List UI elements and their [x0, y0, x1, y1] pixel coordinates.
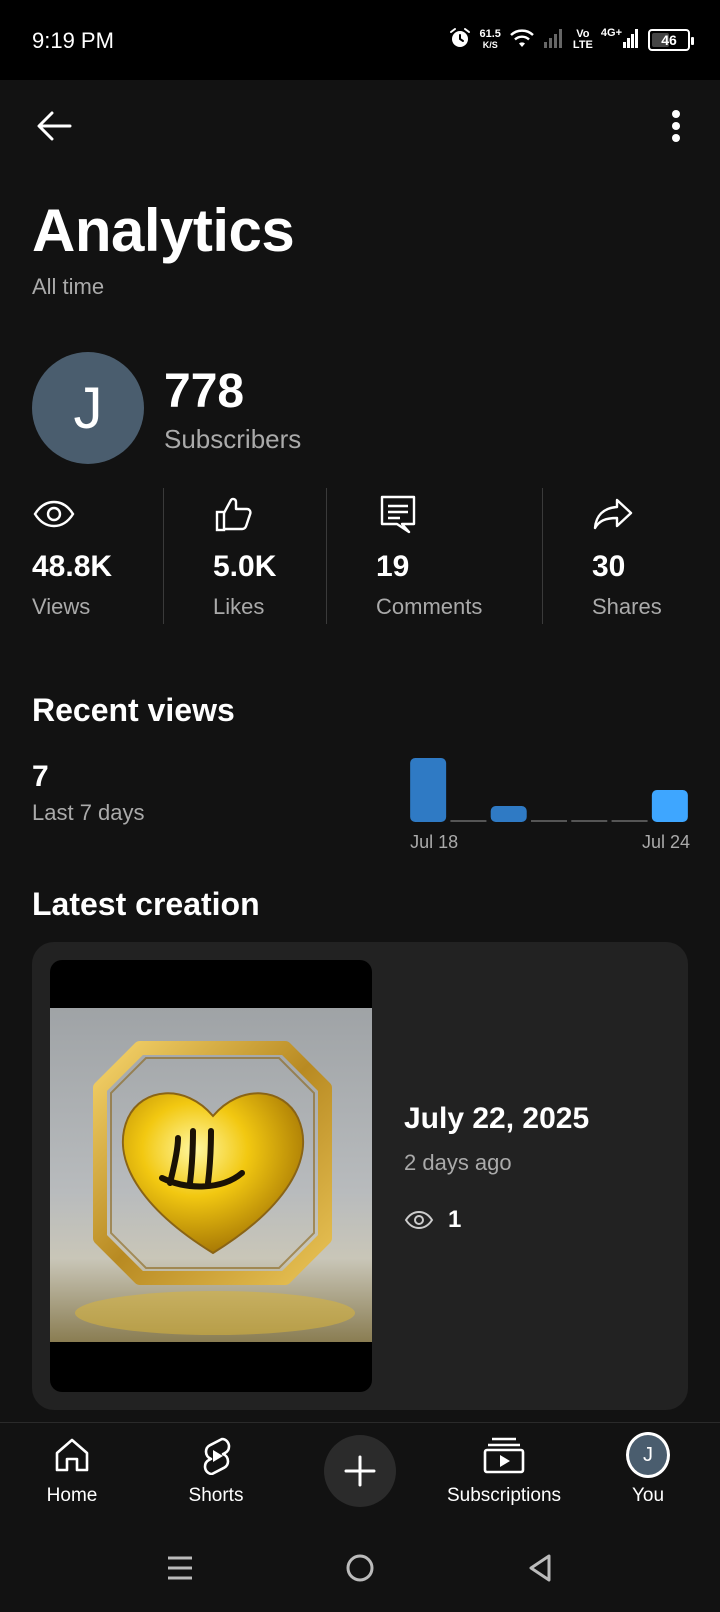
video-thumbnail[interactable]: [50, 960, 372, 1392]
signal-strong-icon: [622, 27, 640, 54]
video-views: 1: [448, 1206, 462, 1233]
back-button[interactable]: [34, 106, 74, 146]
stat-label: Shares: [592, 594, 662, 619]
mobile-signal: 4G+: [601, 27, 640, 54]
stat-value: 48.8K: [32, 550, 113, 583]
video-date: July 22, 2025: [404, 1102, 590, 1135]
stat-divider: [542, 488, 543, 624]
home-system-button[interactable]: [336, 1544, 384, 1592]
stat-value: 19: [376, 550, 410, 583]
you-avatar-icon: J: [626, 1432, 670, 1478]
home-icon: [50, 1433, 94, 1477]
recent-views-value: 7: [32, 760, 49, 793]
page-title: Analytics: [32, 197, 295, 264]
more-vertical-icon: [672, 110, 680, 142]
volte-indicator: Vo LTE: [572, 28, 593, 51]
stat-value: 30: [592, 550, 626, 583]
recent-views-title: Recent views: [32, 692, 235, 728]
share-icon: [592, 492, 636, 536]
chart-bar[interactable]: [450, 820, 487, 822]
create-button[interactable]: [324, 1435, 396, 1507]
stat-divider: [163, 488, 164, 624]
alarm-icon: [448, 26, 472, 55]
nav-label: Shorts: [188, 1485, 244, 1506]
triangle-back-icon: [529, 1554, 551, 1582]
stat-value: 5.0K: [213, 550, 277, 583]
status-icons: 61.5 K/S Vo LTE 4G+ 46: [448, 24, 694, 56]
subscribers-count: 778: [164, 365, 245, 418]
nav-label: You: [631, 1485, 665, 1506]
bottom-navigation: Home Shorts Subscriptions J You: [0, 1422, 720, 1522]
nav-shorts[interactable]: Shorts: [144, 1433, 288, 1519]
nav-label: Home: [46, 1485, 98, 1506]
chart-tick-label: Jul 18: [410, 832, 458, 852]
you-avatar: J: [626, 1432, 670, 1478]
stats-row: 48.8K Views 5.0K Likes 19 Comments 30 Sh…: [0, 488, 720, 624]
nav-you[interactable]: J You: [576, 1432, 720, 1519]
video-age: 2 days ago: [404, 1150, 512, 1175]
channel-avatar: J: [32, 352, 144, 464]
arrow-left-icon: [37, 111, 72, 141]
shorts-icon: [194, 1433, 238, 1477]
recent-views-period: Last 7 days: [32, 800, 145, 825]
plus-icon: [344, 1455, 376, 1487]
latest-creation-title: Latest creation: [32, 886, 260, 922]
circle-icon: [346, 1554, 374, 1582]
battery-indicator: 46: [648, 29, 694, 51]
back-system-button[interactable]: [516, 1544, 564, 1592]
menu-icon: [168, 1556, 192, 1580]
status-bar: 9:19 PM 61.5 K/S Vo LTE 4G+ 46: [0, 0, 720, 80]
stat-label: Views: [32, 594, 91, 619]
chart-bar[interactable]: [531, 820, 567, 822]
nav-home[interactable]: Home: [0, 1433, 144, 1519]
chart-tick-label: Jul 24: [642, 832, 690, 852]
recent-views-chart[interactable]: Jul 18 Jul 24: [408, 752, 690, 852]
stat-label: Comments: [376, 594, 483, 619]
golden-heart-image: [75, 1041, 355, 1335]
status-time: 9:19 PM: [32, 28, 114, 53]
subscriptions-icon: [482, 1433, 526, 1477]
eye-icon: [32, 492, 76, 536]
chart-bar[interactable]: [410, 758, 447, 822]
latest-creation-card[interactable]: July 22, 2025 2 days ago 1: [32, 942, 688, 1410]
wifi-icon: [509, 27, 535, 54]
thumbs-up-icon: [213, 492, 257, 536]
nav-label: Subscriptions: [446, 1485, 562, 1506]
signal-weak-icon: [543, 27, 565, 54]
chart-bar[interactable]: [611, 820, 648, 822]
thumbnail-image: [50, 1008, 372, 1342]
eye-icon: [404, 1208, 434, 1232]
network-speed: 61.5 K/S: [479, 28, 501, 51]
subscribers-label: Subscribers: [164, 424, 302, 454]
page-subtitle: All time: [32, 274, 105, 299]
stat-label: Likes: [213, 594, 265, 619]
chart-bar[interactable]: [651, 790, 688, 822]
comment-icon: [376, 492, 420, 536]
chart-bar[interactable]: [490, 806, 527, 822]
more-options-button[interactable]: [664, 106, 688, 146]
recents-button[interactable]: [156, 1544, 204, 1592]
system-navigation: [0, 1522, 720, 1612]
chart-bar[interactable]: [571, 820, 608, 822]
nav-subscriptions[interactable]: Subscriptions: [432, 1433, 576, 1519]
stat-divider: [326, 488, 327, 624]
